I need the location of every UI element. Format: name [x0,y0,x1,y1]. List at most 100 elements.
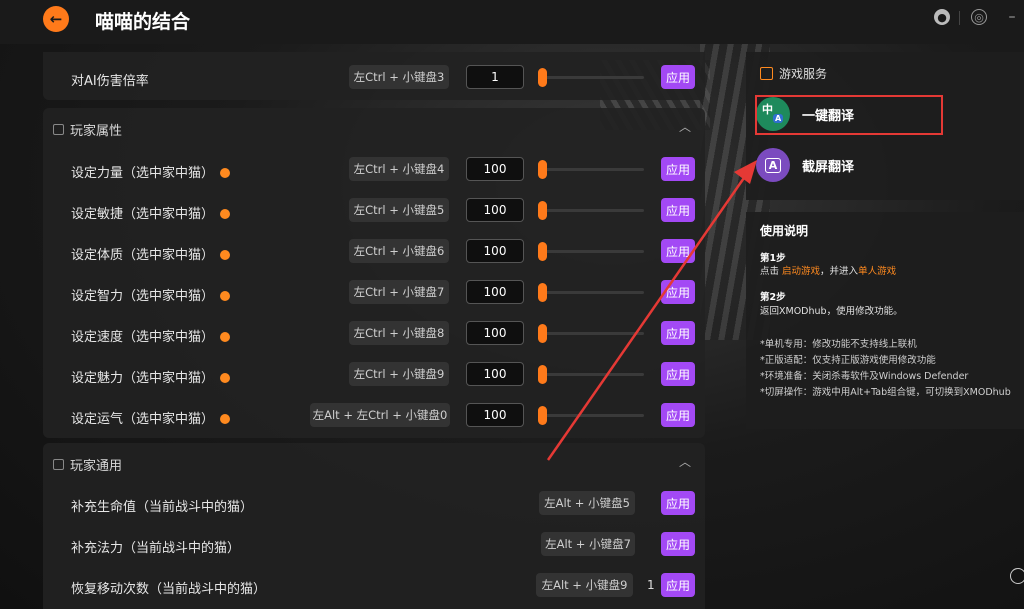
attribute-row: 设定速度（选中家中猫） 左Ctrl + 小键盘8 100 应用 [43,314,705,355]
step1-prefix: 点击 [760,266,783,277]
hotkey-chip[interactable]: 左Ctrl + 小键盘8 [349,321,449,345]
hotkey-chip[interactable]: 左Alt + 小键盘9 [536,573,633,597]
slider-thumb[interactable] [538,68,547,87]
setting-label: 对AI伤害倍率 [71,74,149,89]
chevron-up-icon[interactable]: ︿ [679,453,691,470]
title-bar: ← 喵喵的结合 ● ◎ – [0,0,1024,44]
slider-thumb[interactable] [538,324,547,343]
value-slider[interactable] [538,283,644,302]
attribute-label: 设定运气（选中家中猫） [71,412,215,427]
hotkey-chip[interactable]: 左Alt + 小键盘7 [541,532,635,556]
step1-text: 点击 启动游戏，并进入单人游戏 [760,263,896,277]
services-title: 游戏服务 [779,67,828,81]
action-label: 恢复移动次数（当前战斗中的猫） [71,582,267,597]
step1-title: 第1步 [760,253,786,264]
apply-button[interactable]: 应用 [661,280,695,304]
attribute-label: 设定敏捷（选中家中猫） [71,207,215,222]
apply-button[interactable]: 应用 [661,321,695,345]
hotkey-chip[interactable]: 左Alt + 左Ctrl + 小键盘0 [310,403,450,427]
value-slider[interactable] [538,324,644,343]
step1-middle: ，并进入 [820,266,859,277]
apply-button[interactable]: 应用 [661,532,695,556]
value-input[interactable]: 100 [466,280,524,304]
info-icon[interactable] [220,331,231,342]
usage-instructions-panel: 使用说明 第1步 点击 启动游戏，并进入单人游戏 第2步 返回XMODhub，使… [746,212,1024,429]
value-input[interactable]: 100 [466,239,524,263]
value-input[interactable]: 100 [466,403,524,427]
apply-button[interactable]: 应用 [661,403,695,427]
toolbar-divider [959,11,960,25]
value-input[interactable]: 100 [466,362,524,386]
action-label: 补充生命值（当前战斗中的猫） [71,500,254,515]
hotkey-chip[interactable]: 左Ctrl + 小键盘6 [349,239,449,263]
usage-note: *切屏操作：游戏中用Alt+Tab组合键，可切换到XMODhub [760,387,1011,398]
ai-damage-panel: 对AI伤害倍率 左Ctrl + 小键盘3 1 应用 [43,52,705,100]
action-row: 补充法力（当前战斗中的猫） 左Alt + 小键盘7 应用 [43,525,705,566]
value-input[interactable]: 100 [466,321,524,345]
info-icon[interactable] [220,413,231,424]
slider-thumb[interactable] [538,160,547,179]
attribute-label: 设定速度（选中家中猫） [71,330,215,345]
apply-button[interactable]: 应用 [661,65,695,89]
value-input[interactable]: 100 [466,157,524,181]
apply-button[interactable]: 应用 [661,198,695,222]
apply-button[interactable]: 应用 [661,362,695,386]
action-row: 恢复移动次数（当前战斗中的猫） 左Alt + 小键盘9 1 应用 [43,566,705,607]
attribute-row: 设定智力（选中家中猫） 左Ctrl + 小键盘7 100 应用 [43,273,705,314]
hotkey-chip[interactable]: 左Alt + 小键盘5 [539,491,635,515]
count-value: 1 [647,578,655,592]
back-arrow-icon: ← [49,10,63,28]
slider-thumb[interactable] [538,365,547,384]
hotkey-chip[interactable]: 左Ctrl + 小键盘4 [349,157,449,181]
slider-thumb[interactable] [538,201,547,220]
chevron-up-icon[interactable]: ︿ [679,118,691,135]
hotkey-chip[interactable]: 左Ctrl + 小键盘3 [349,65,449,89]
apply-button[interactable]: 应用 [661,239,695,263]
attribute-label: 设定力量（选中家中猫） [71,166,215,181]
info-icon[interactable] [220,290,231,301]
attribute-row: 设定体质（选中家中猫） 左Ctrl + 小键盘6 100 应用 [43,232,705,273]
value-slider[interactable] [538,160,644,179]
usage-note: *单机专用：修改功能不支持线上联机 [760,339,917,350]
info-icon[interactable] [220,249,231,260]
minimize-icon[interactable]: – [1004,9,1020,25]
general-icon [53,459,64,470]
user-icon[interactable]: ● [934,9,950,25]
single-player-link[interactable]: 单人游戏 [858,266,896,277]
step2-text: 返回XMODhub，使用修改功能。 [760,306,903,317]
value-slider[interactable] [538,68,644,87]
attribute-label: 设定智力（选中家中猫） [71,289,215,304]
back-button[interactable]: ← [43,6,69,32]
launch-game-link[interactable]: 启动游戏 [782,266,820,277]
hotkey-chip[interactable]: 左Ctrl + 小键盘5 [349,198,449,222]
hotkey-chip[interactable]: 左Ctrl + 小键盘7 [349,280,449,304]
value-input[interactable]: 1 [466,65,524,89]
value-input[interactable]: 100 [466,198,524,222]
apply-button[interactable]: 应用 [661,157,695,181]
value-slider[interactable] [538,201,644,220]
box-icon [760,67,773,80]
attributes-icon [53,124,64,135]
slider-thumb[interactable] [538,283,547,302]
value-slider[interactable] [538,406,644,425]
hotkey-chip[interactable]: 左Ctrl + 小键盘9 [349,362,449,386]
screenshot-translate-button[interactable]: A 截屏翻译 [756,145,942,185]
apply-button[interactable]: 应用 [661,573,695,597]
usage-title: 使用说明 [760,224,809,238]
attribute-label: 设定魅力（选中家中猫） [71,371,215,386]
screenshot-translate-icon: A [756,148,790,182]
info-icon[interactable] [220,208,231,219]
section-header: 玩家属性 [53,120,122,139]
value-slider[interactable] [538,365,644,384]
value-slider[interactable] [538,242,644,261]
info-icon[interactable] [220,372,231,383]
info-icon[interactable] [220,167,231,178]
apply-button[interactable]: 应用 [661,491,695,515]
slider-thumb[interactable] [538,406,547,425]
slider-thumb[interactable] [538,242,547,261]
corner-icon [1010,568,1024,584]
attribute-label: 设定体质（选中家中猫） [71,248,215,263]
settings-icon[interactable]: ◎ [971,9,987,25]
annotation-highlight-box [755,95,943,135]
service-label: 截屏翻译 [802,159,855,175]
